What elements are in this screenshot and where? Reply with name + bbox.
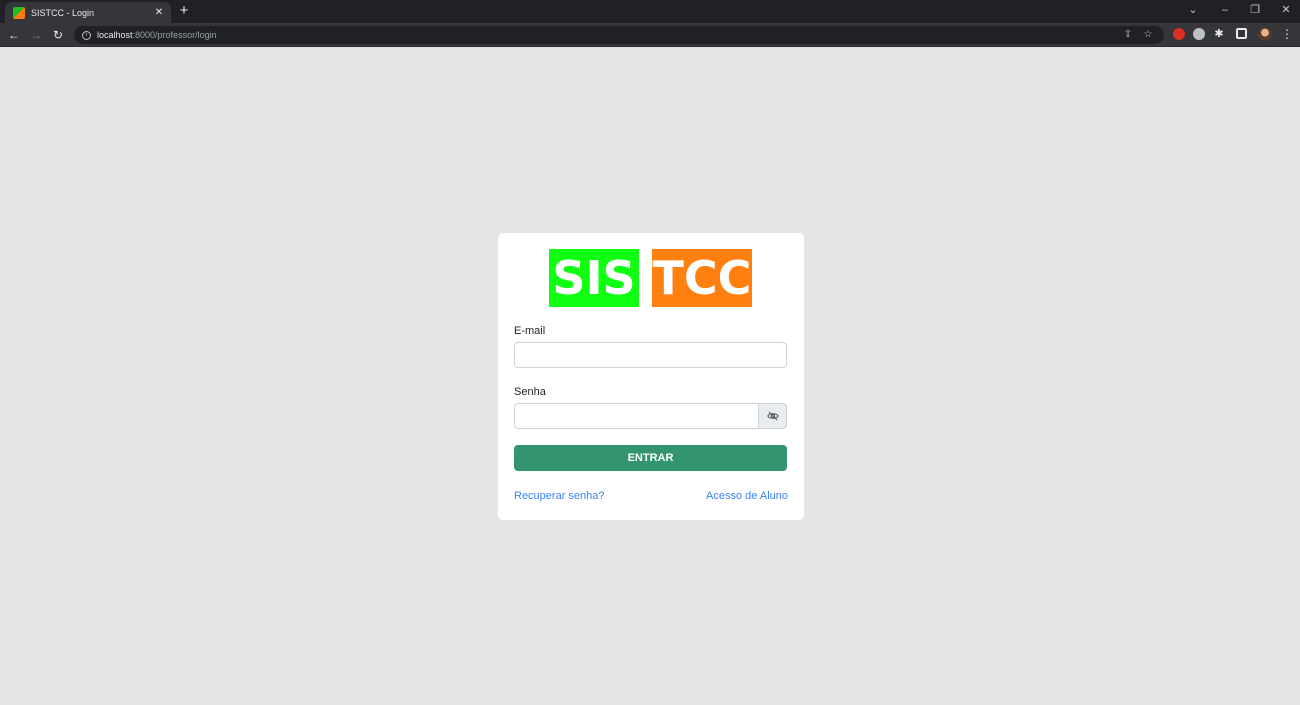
- browser-menu-icon[interactable]: ⋮: [1281, 27, 1293, 41]
- tab-close-icon[interactable]: ✕: [153, 7, 165, 18]
- logo-sis: SIS: [549, 249, 639, 307]
- url-text: localhost:8000/professor/login: [97, 30, 217, 40]
- share-icon[interactable]: ⇪: [1122, 29, 1134, 41]
- eye-slash-icon: [766, 411, 779, 421]
- email-field[interactable]: [514, 342, 787, 368]
- email-label: E-mail: [514, 325, 546, 337]
- back-icon[interactable]: ←: [7, 27, 21, 43]
- extension-gray-icon[interactable]: [1193, 28, 1205, 40]
- extensions-puzzle-icon[interactable]: ✱: [1213, 28, 1225, 40]
- restore-icon[interactable]: ❐: [1247, 3, 1263, 17]
- reload-icon[interactable]: ↻: [51, 27, 65, 43]
- student-access-link[interactable]: Acesso de Aluno: [706, 490, 788, 502]
- profile-avatar[interactable]: [1258, 27, 1272, 41]
- close-window-icon[interactable]: ✕: [1278, 3, 1294, 17]
- forward-icon[interactable]: →: [29, 27, 43, 43]
- info-icon[interactable]: i: [82, 30, 91, 40]
- login-submit-button[interactable]: ENTRAR: [514, 445, 787, 471]
- favicon-icon: [13, 6, 25, 19]
- minimize-icon[interactable]: –: [1217, 3, 1233, 17]
- tab-title: SISTCC - Login: [31, 7, 95, 18]
- recover-password-link[interactable]: Recuperar senha?: [514, 490, 605, 502]
- bookmark-star-icon[interactable]: ☆: [1142, 29, 1154, 41]
- logo-tcc: TCC: [652, 249, 752, 307]
- browser-tab-strip: SISTCC - Login ✕ + ⌄ – ❐ ✕: [0, 0, 1300, 23]
- password-label: Senha: [514, 386, 546, 398]
- login-card: SIS TCC E-mail Senha ENTRAR Recuperar se…: [498, 233, 804, 520]
- browser-tab[interactable]: SISTCC - Login ✕: [5, 2, 171, 23]
- address-bar[interactable]: i localhost:8000/professor/login ⇪ ☆: [74, 26, 1164, 44]
- extension-red-icon[interactable]: [1173, 28, 1185, 40]
- password-field[interactable]: [514, 403, 759, 429]
- toggle-password-button[interactable]: [758, 403, 787, 429]
- new-tab-button[interactable]: +: [177, 3, 191, 19]
- tab-search-icon[interactable]: ⌄: [1185, 3, 1201, 17]
- browser-toolbar: ← → ↻ i localhost:8000/professor/login ⇪…: [0, 23, 1300, 47]
- side-panel-icon[interactable]: [1236, 28, 1247, 39]
